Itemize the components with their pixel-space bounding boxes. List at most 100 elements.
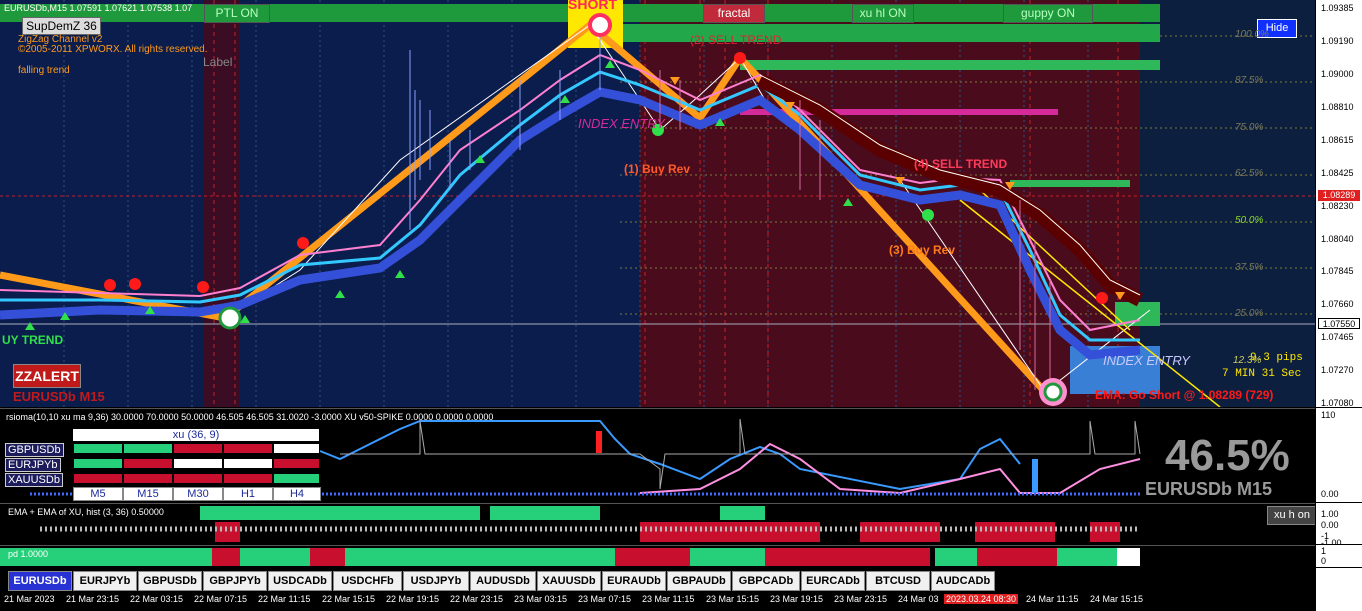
time-label: 24 Mar 11:15: [1026, 594, 1079, 604]
pd-axis-tick: 1: [1321, 546, 1327, 556]
tab-eurcad[interactable]: EURCADb: [801, 571, 865, 591]
xu-grid-title: xu (36, 9): [73, 429, 319, 441]
ema-pane[interactable]: EMA + EMA of XU, hist (3, 36) 0.50000 xu…: [0, 503, 1315, 545]
timeframe-m30[interactable]: M30: [173, 487, 223, 501]
grid-symbol-eurjpy[interactable]: EURJPYb: [5, 458, 61, 472]
grid-cell: [223, 458, 273, 469]
zzalert-badge[interactable]: ZZALERT: [13, 364, 81, 388]
ema-hist-canvas: [40, 506, 1140, 542]
fib-87: 87.5%: [1235, 75, 1264, 86]
grid-cell: [223, 443, 273, 454]
tab-audusd[interactable]: AUDUSDb: [470, 571, 536, 591]
time-label: 23 Mar 11:15: [642, 594, 695, 604]
grid-cell: [173, 473, 223, 484]
fib-25: 25.0%: [1235, 308, 1264, 319]
time-label: 24 Mar 03: [898, 594, 939, 604]
ema-header: EMA + EMA of XU, hist (3, 36) 0.50000: [8, 507, 164, 517]
tab-gbpaud[interactable]: GBPAUDb: [667, 571, 731, 591]
time-label: 22 Mar 19:15: [386, 594, 440, 604]
fib-small-pct: 12.3%: [1233, 355, 1262, 366]
price-tick: 1.07465: [1321, 332, 1354, 342]
time-label: 22 Mar 11:15: [258, 594, 311, 604]
ema-axis-tick: 1.00: [1321, 509, 1339, 519]
buy-rev-1-label: (1) Buy Rev: [624, 162, 691, 176]
grid-cell: [123, 458, 173, 469]
rsioma-axis-bottom: 0.00: [1321, 489, 1339, 499]
tab-eurusd[interactable]: EURUSDb: [8, 571, 72, 591]
grid-cell: [173, 458, 223, 469]
grid-cell: [73, 473, 123, 484]
time-label: 23 Mar 23:15: [834, 594, 888, 604]
guppy-toggle-button[interactable]: guppy ON: [1003, 4, 1093, 23]
grid-cell: [73, 458, 123, 469]
timeframe-h1[interactable]: H1: [223, 487, 273, 501]
index-entry-top-label: INDEX ENTRY: [578, 116, 665, 131]
supdem-button[interactable]: SupDemZ 36: [22, 17, 101, 35]
grid-symbol-gbpusd[interactable]: GBPUSDb: [5, 443, 64, 457]
big-symbol-readout: EURUSDb M15: [1145, 479, 1273, 499]
grid-cell: [273, 458, 320, 469]
tab-eurjpy[interactable]: EURJPYb: [73, 571, 137, 591]
price-tick: 1.08425: [1321, 168, 1354, 178]
tab-euraud[interactable]: EURAUDb: [602, 571, 666, 591]
pd-pane[interactable]: pd 1.0000: [0, 545, 1315, 568]
bottom-axis-corner: [1316, 568, 1362, 611]
grid-cell: [273, 473, 320, 484]
price-tick: 1.07080: [1321, 398, 1354, 408]
big-percent-readout: 46.5%: [1165, 431, 1290, 480]
tab-gbpcad[interactable]: GBPCADb: [732, 571, 800, 591]
buy-trend-label: UY TREND: [2, 333, 64, 347]
tab-gbpjpy[interactable]: GBPJPYb: [203, 571, 267, 591]
fib-37: 37.5%: [1235, 262, 1264, 273]
fractal-button[interactable]: fractal: [703, 4, 765, 23]
time-label: 24 Mar 15:15: [1090, 594, 1144, 604]
crosshair-time-label: 2023.03.24 08:30: [944, 594, 1019, 604]
price-tick: 1.09385: [1321, 3, 1354, 13]
grid-cell: [123, 443, 173, 454]
grid-cell: [173, 443, 223, 454]
falling-trend-text: falling trend: [18, 65, 70, 76]
xu-h-on-button[interactable]: xu h on: [1267, 506, 1315, 525]
tab-audcad[interactable]: AUDCADb: [931, 571, 995, 591]
grid-cell: [73, 443, 123, 454]
price-tick: 1.09190: [1321, 36, 1354, 46]
tab-usdchf[interactable]: USDCHFb: [333, 571, 402, 591]
grid-cell: [223, 473, 273, 484]
tab-usdcad[interactable]: USDCADb: [268, 571, 332, 591]
timer-readout: 7 MIN 31 Sec: [1222, 368, 1302, 380]
grid-symbol-xauusd[interactable]: XAUUSDb: [5, 473, 63, 487]
time-label: 22 Mar 23:15: [450, 594, 504, 604]
fib-62: 62.5%: [1235, 168, 1264, 179]
time-label: 23 Mar 07:15: [578, 594, 632, 604]
tab-usdjpy[interactable]: USDJPYb: [403, 571, 469, 591]
tab-gbpusd[interactable]: GBPUSDb: [138, 571, 202, 591]
time-label: 23 Mar 03:15: [514, 594, 568, 604]
fib-75: 75.0%: [1235, 122, 1264, 133]
price-tick: 1.07660: [1321, 299, 1354, 309]
timeframe-m15[interactable]: M15: [123, 487, 173, 501]
buy-rev-3-label: (3) Buy Rev: [889, 243, 956, 257]
price-tick: 1.07845: [1321, 266, 1354, 276]
rsioma-header: rsioma(10,10 xu ma 9,36) 30.0000 70.0000…: [6, 412, 494, 422]
grid-cell: [123, 473, 173, 484]
rsioma-axis: [1316, 408, 1362, 502]
price-tick: 1.07270: [1321, 365, 1354, 375]
time-label: 23 Mar 19:15: [770, 594, 824, 604]
main-chart[interactable]: EURUSDb,M15 1.07591 1.07621 1.07538 1.07…: [0, 0, 1315, 407]
ema-signal-text: EMA: Go Short @ 1.08289 (729): [1095, 388, 1274, 402]
sell-trend-4-label: (4) SELL TREND: [914, 157, 1008, 171]
time-label: 23 Mar 15:15: [706, 594, 760, 604]
symbol-info: EURUSDb,M15 1.07591 1.07621 1.07538 1.07: [4, 3, 193, 13]
xuhl-toggle-button[interactable]: xu hl ON: [852, 4, 914, 23]
fib-100: 100.0%: [1235, 29, 1269, 40]
timeframe-h4[interactable]: H4: [273, 487, 321, 501]
price-tick: 1.08040: [1321, 234, 1354, 244]
ptl-toggle-button[interactable]: PTL ON: [204, 4, 270, 23]
tab-xauusd[interactable]: XAUUSDb: [537, 571, 601, 591]
timeframe-m5[interactable]: M5: [73, 487, 123, 501]
pd-canvas: [0, 548, 1140, 566]
time-label: 22 Mar 03:15: [130, 594, 184, 604]
grid-cell: [273, 443, 320, 454]
short-label: SHORT: [568, 0, 617, 12]
tab-btcusd[interactable]: BTCUSD: [866, 571, 930, 591]
